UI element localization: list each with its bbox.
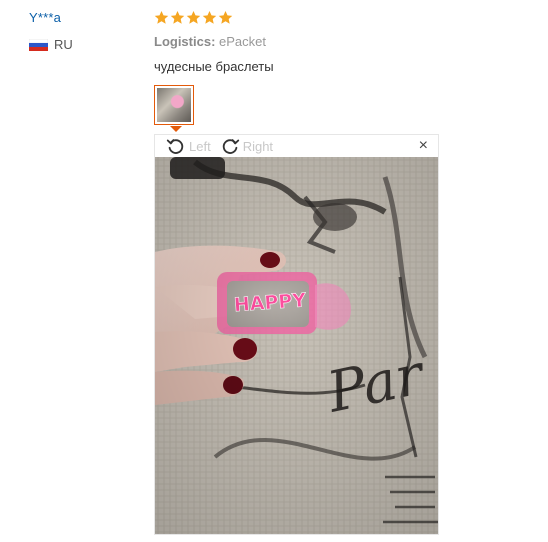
russia-flag-icon	[29, 38, 48, 51]
star-icon	[154, 10, 169, 24]
reviewer-country: RU	[29, 37, 73, 52]
logistics-label: Logistics:	[154, 34, 216, 49]
viewer-toolbar: Left Right ×	[155, 135, 438, 157]
star-rating	[154, 10, 233, 25]
star-icon	[170, 10, 185, 24]
thumbnail-pointer	[170, 126, 182, 132]
star-icon	[202, 10, 217, 24]
review-text: чудесные браслеты	[154, 59, 274, 74]
photo-thumbnail[interactable]	[154, 85, 194, 125]
rotate-left-button[interactable]: Left	[165, 135, 211, 157]
country-code: RU	[54, 37, 73, 52]
rotate-left-icon	[166, 139, 184, 154]
review-item: Y***a RU Logistics: ePacket чудесные бра…	[0, 0, 548, 542]
photo-viewer: Left Right ×	[154, 134, 439, 535]
star-icon	[218, 10, 233, 24]
rotate-right-label: Right	[242, 138, 274, 154]
close-viewer-button[interactable]: ×	[419, 138, 428, 154]
rotate-right-icon	[222, 139, 239, 154]
logistics-value: ePacket	[219, 34, 267, 49]
rotate-left-label: Left	[189, 138, 211, 154]
review-photo-image: Par HAPPY	[155, 157, 438, 534]
rotate-right-button[interactable]: Right	[219, 135, 273, 157]
thumbnail-image	[157, 88, 191, 122]
star-icon	[186, 10, 201, 24]
logistics-info: Logistics: ePacket	[154, 34, 266, 49]
review-photo: Par HAPPY	[155, 157, 438, 534]
reviewer-name[interactable]: Y***a	[29, 10, 61, 25]
